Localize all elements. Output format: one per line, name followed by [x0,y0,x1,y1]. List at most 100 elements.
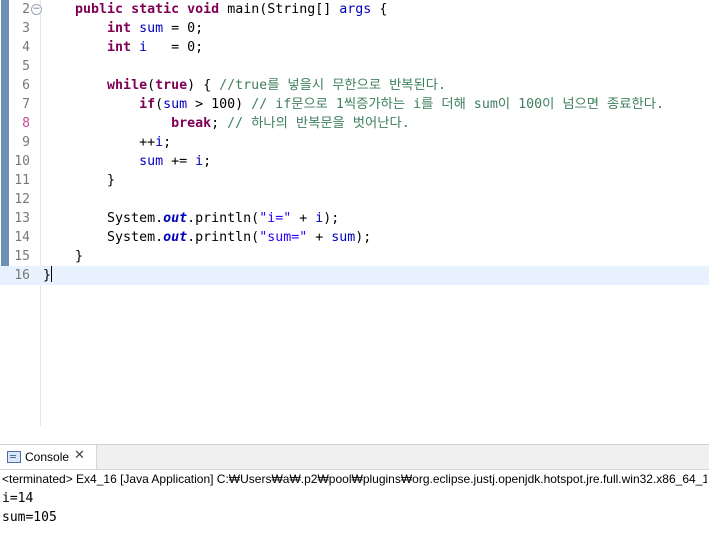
code-token: int [107,40,132,55]
code-token: i [155,135,164,150]
code-token: ); [355,230,372,245]
line-number: 12 [14,192,30,207]
code-line[interactable]: 8 break; // 하나의 반복문을 벗어난다. [0,114,709,133]
console-status-line: <terminated> Ex4_16 [Java Application] C… [2,472,707,486]
code-token: sum [139,21,164,36]
code-token: ; [203,154,212,169]
code-editor[interactable]: 2− public static void main(String[] args… [0,0,709,440]
code-token: public [75,2,124,17]
code-text: int i = 0; [43,38,203,57]
code-text: System.out.println("sum=" + sum); [43,228,371,247]
code-token: ( [155,97,164,112]
line-number: 16 [14,268,30,283]
code-line[interactable]: 13 System.out.println("i=" + i); [0,209,709,228]
line-number: 3 [22,21,30,36]
code-token: break [171,116,212,131]
code-line[interactable]: 6 while(true) { //true를 넣을시 무한으로 반복된다. [0,76,709,95]
code-text: sum += i; [43,152,211,171]
console-tab-bar: Console ✕ [0,445,709,470]
line-number: 6 [22,78,30,93]
code-token: // if문으로 1씩증가하는 i를 더해 sum이 100이 넘으면 종료한다… [251,97,664,112]
code-token: { [371,2,388,17]
code-line[interactable]: 10 sum += i; [0,152,709,171]
console-output-line[interactable]: i=14 [2,489,33,508]
code-token: System. [43,211,164,226]
code-token: ( [147,78,156,93]
code-token: "sum=" [259,230,308,245]
code-token: sum [139,154,164,169]
code-token: ; [211,116,228,131]
code-line[interactable]: 16} [0,266,709,285]
code-token: = 0; [163,21,204,36]
code-line[interactable]: 14 System.out.println("sum=" + sum); [0,228,709,247]
code-line[interactable]: 15 } [0,247,709,266]
code-text: } [43,266,53,285]
code-token: sum [163,97,188,112]
horizontal-scrollbar[interactable] [0,426,709,440]
code-token: ); [323,211,340,226]
code-line[interactable]: 3 int sum = 0; [0,19,709,38]
collapse-icon[interactable]: − [31,4,42,15]
line-number: 9 [22,135,30,150]
code-token: static [131,2,180,17]
console-output-line[interactable]: sum=105 [2,508,57,527]
line-number: 4 [22,40,30,55]
console-tab-label: Console [25,450,70,464]
code-line[interactable]: 9 ++i; [0,133,709,152]
code-line[interactable]: 5 [0,57,709,76]
code-token: i [139,40,148,55]
code-text: System.out.println("i=" + i); [43,209,339,228]
code-token: // 하나의 반복문을 벗어난다. [227,116,410,131]
code-token: out [163,211,188,226]
code-text: ++i; [43,133,171,152]
code-line[interactable]: 7 if(sum > 100) // if문으로 1씩증가하는 i를 더해 su… [0,95,709,114]
code-token: .println( [187,211,260,226]
code-line[interactable]: 2− public static void main(String[] args… [0,0,709,19]
code-text: if(sum > 100) // if문으로 1씩증가하는 i를 더해 sum이… [43,95,664,114]
code-text: while(true) { //true를 넣을시 무한으로 반복된다. [43,76,446,95]
code-token: ; [163,135,172,150]
line-number: 5 [22,59,30,74]
close-icon[interactable]: ✕ [74,448,85,463]
line-number: 10 [14,154,30,169]
line-number: 8 [22,116,30,131]
line-number: 7 [22,97,30,112]
code-token: i [195,154,204,169]
code-token: System. [43,230,164,245]
code-line[interactable]: 4 int i = 0; [0,38,709,57]
code-line[interactable]: 12 [0,190,709,209]
code-token: = 0; [147,40,204,55]
code-token: + [307,230,332,245]
code-line[interactable]: 11 } [0,171,709,190]
line-number: 13 [14,211,30,226]
code-token: + [291,211,316,226]
code-token: "i=" [259,211,292,226]
code-token: .println( [187,230,260,245]
tab-console[interactable]: Console ✕ [0,445,97,469]
text-caret [51,266,53,282]
code-token: void [187,2,220,17]
code-token: if [139,97,156,112]
line-number: 15 [14,249,30,264]
code-token: args [339,2,372,17]
code-token: true [155,78,188,93]
code-text: } [43,171,115,190]
code-token: int [107,21,132,36]
code-token: > 100) [187,97,252,112]
code-text: break; // 하나의 반복문을 벗어난다. [43,114,410,133]
code-token: ) { [187,78,220,93]
line-number: 14 [14,230,30,245]
code-token: += [163,154,196,169]
code-token: while [107,78,148,93]
code-text: int sum = 0; [43,19,203,38]
